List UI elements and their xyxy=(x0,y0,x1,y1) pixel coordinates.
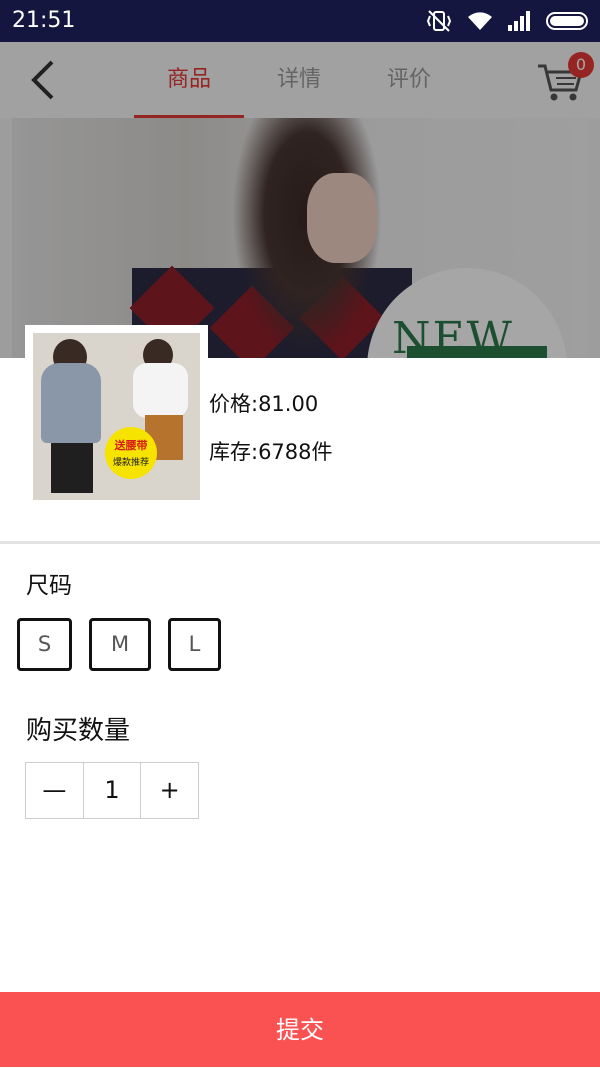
promo-stamp: 送腰带 爆款推荐 xyxy=(105,427,157,479)
status-bar: 21:51 xyxy=(0,0,600,42)
product-stock: 库存:6788件 xyxy=(209,440,333,464)
product-thumbnail: 送腰带 爆款推荐 xyxy=(33,333,200,500)
quantity-decrease-button[interactable]: — xyxy=(26,763,83,818)
size-title: 尺码 xyxy=(26,573,72,599)
size-option-m[interactable]: M xyxy=(89,618,151,671)
status-time: 21:51 xyxy=(12,8,76,33)
size-option-l[interactable]: L xyxy=(168,618,221,671)
divider xyxy=(0,541,600,544)
modal-backdrop[interactable] xyxy=(0,42,600,358)
vibrate-icon xyxy=(426,10,452,32)
submit-button[interactable]: 提交 xyxy=(0,992,600,1067)
quantity-value[interactable]: 1 xyxy=(82,763,142,818)
quantity-increase-button[interactable]: + xyxy=(141,763,198,818)
battery-icon xyxy=(546,12,588,30)
wifi-icon xyxy=(468,12,492,30)
size-option-s[interactable]: S xyxy=(17,618,72,671)
signal-icon xyxy=(508,11,530,31)
product-price: 价格:81.00 xyxy=(209,392,319,416)
quantity-title: 购买数量 xyxy=(26,716,131,746)
quantity-stepper: — 1 + xyxy=(25,762,199,819)
product-thumbnail-frame: 送腰带 爆款推荐 xyxy=(25,325,208,508)
